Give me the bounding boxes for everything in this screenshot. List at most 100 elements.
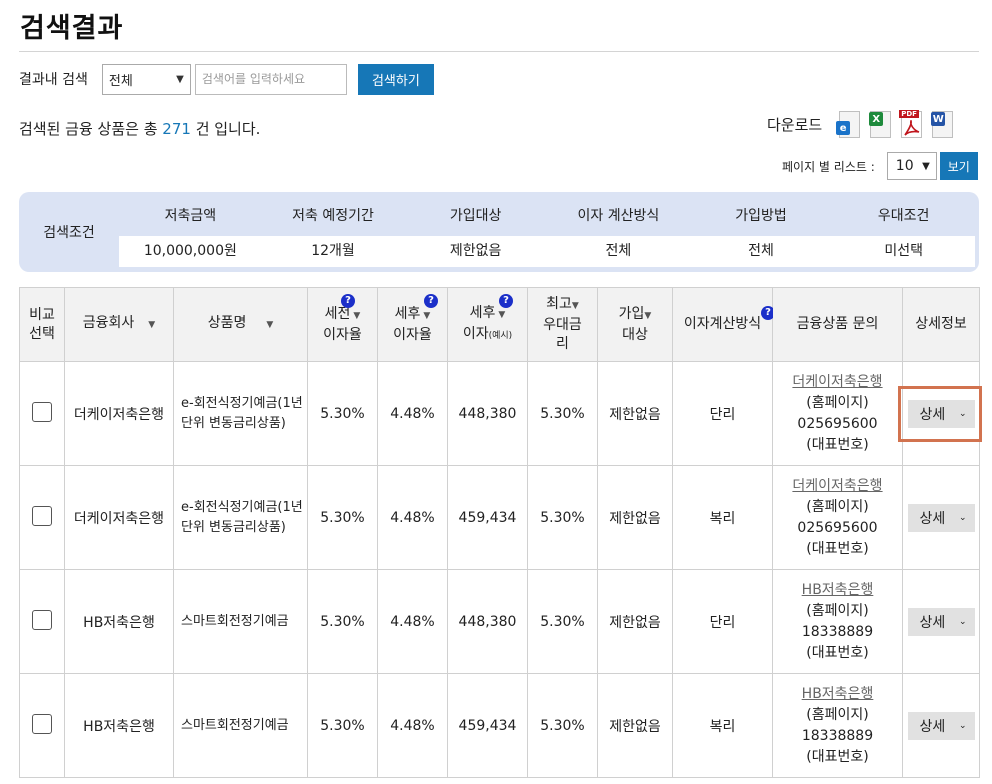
inquiry-cell: 더케이저축은행 (홈페이지) 025695600 (대표번호): [772, 361, 903, 466]
phone-text: 025695600: [797, 519, 878, 536]
header-max-rate[interactable]: 최고▼ 우대금 리: [527, 287, 598, 362]
homepage-text: (홈페이지): [806, 498, 869, 515]
header-text: 상세정보: [915, 316, 967, 332]
detail-cell: 상세 ⌄: [902, 361, 980, 466]
compare-checkbox[interactable]: [32, 401, 52, 422]
condition-header: 우대조건: [877, 208, 930, 224]
compare-checkbox[interactable]: [32, 609, 52, 630]
condition-header: 가입방법: [735, 208, 787, 224]
sort-down-icon[interactable]: ▼: [353, 311, 360, 321]
bank-link[interactable]: HB저축은행: [802, 686, 874, 702]
bank-link[interactable]: 더케이저축은행: [792, 478, 882, 494]
header-text: 우대금: [543, 317, 582, 333]
sort-down-icon[interactable]: ▼: [148, 320, 155, 330]
phone-text: 18338889: [801, 727, 874, 744]
help-icon[interactable]: ?: [424, 294, 438, 308]
header-inquiry: 금융상품 문의: [772, 287, 903, 362]
header-text: 이자율: [393, 326, 432, 343]
word-icon[interactable]: W: [929, 109, 955, 140]
condition-header: 저축 예정기간: [292, 208, 374, 224]
title-divider: [19, 51, 979, 52]
sort-down-icon[interactable]: ▼: [423, 311, 430, 321]
sort-down-icon[interactable]: ▼: [572, 301, 579, 311]
header-text: (예시): [488, 330, 513, 341]
header-pretax-rate[interactable]: 세전 ▼ 이자율?: [307, 287, 378, 362]
condition-header: 가입대상: [449, 208, 502, 224]
compare-checkbox[interactable]: [32, 713, 52, 734]
aftertax-cell: 4.48%: [377, 465, 448, 570]
search-input[interactable]: [194, 63, 347, 95]
compare-cell: [19, 569, 65, 674]
condition-value: 전체: [748, 243, 774, 259]
header-aftertax-interest[interactable]: 세후 ▼ 이자(예시)?: [447, 287, 528, 362]
ie-icon[interactable]: e: [836, 109, 862, 140]
page-size-value: 10: [895, 158, 914, 174]
header-join-target[interactable]: 가입▼ 대상: [597, 287, 673, 362]
header-compare: 비교 선택: [19, 287, 65, 362]
header-calc-method: 이자계산방식?: [672, 287, 775, 362]
header-text: 최고: [546, 296, 572, 312]
table-row: HB저축은행 스마트회전정기예금 5.30% 4.48% 459,434 5.3…: [19, 673, 980, 778]
search-button[interactable]: 검색하기: [357, 63, 434, 95]
max-rate-cell: 5.30%: [527, 569, 598, 674]
excel-icon[interactable]: X: [867, 109, 893, 140]
detail-cell: 상세 ⌄: [902, 673, 980, 778]
detail-button[interactable]: 상세 ⌄: [907, 399, 975, 428]
compare-checkbox[interactable]: [32, 505, 52, 526]
header-text: 이자율: [323, 326, 362, 343]
compare-cell: [19, 361, 65, 466]
detail-label: 상세: [919, 718, 946, 735]
conditions-title: 검색조건: [43, 225, 95, 241]
pretax-cell: 5.30%: [307, 361, 378, 466]
phone-text: 025695600: [797, 415, 878, 432]
condition-header: 저축금액: [164, 208, 217, 224]
sort-down-icon[interactable]: ▼: [498, 310, 505, 320]
header-aftertax-rate[interactable]: 세후 ▼ 이자율?: [377, 287, 448, 362]
header-product[interactable]: 상품명 ▼: [173, 287, 308, 362]
pretax-cell: 5.30%: [307, 569, 378, 674]
search-scope-select[interactable]: 전체 ▼: [101, 63, 191, 95]
header-text: 세후: [394, 305, 421, 322]
detail-label: 상세: [919, 510, 946, 527]
sort-down-icon[interactable]: ▼: [644, 311, 651, 321]
header-text: 상품명: [207, 315, 247, 331]
table-row: HB저축은행 스마트회전정기예금 5.30% 4.48% 448,380 5.3…: [19, 569, 980, 674]
page-size-label: 페이지 별 리스트 :: [782, 159, 875, 174]
chevron-down-icon: ⌄: [958, 720, 967, 731]
detail-button[interactable]: 상세 ⌄: [907, 503, 975, 532]
homepage-text: (홈페이지): [806, 706, 869, 723]
pdf-icon[interactable]: PDF: [898, 109, 924, 140]
detail-button[interactable]: 상세 ⌄: [907, 607, 975, 636]
chevron-down-icon: ⌄: [958, 512, 967, 523]
detail-button[interactable]: 상세 ⌄: [907, 711, 975, 740]
chevron-down-icon: ⌄: [958, 616, 967, 627]
pretax-cell: 5.30%: [307, 673, 378, 778]
product-cell: e-회전식정기예금(1년 단위 변동금리상품): [173, 361, 308, 466]
company-cell: 더케이저축은행: [64, 465, 174, 570]
sort-down-icon[interactable]: ▼: [266, 320, 273, 330]
search-row: 결과내 검색 전체 ▼ 검색하기: [19, 63, 434, 95]
bank-link[interactable]: 더케이저축은행: [792, 374, 882, 390]
product-cell: 스마트회전정기예금: [173, 673, 308, 778]
method-cell: 단리: [672, 569, 773, 674]
download-bar: 다운로드 e X PDF W: [767, 109, 960, 140]
header-company[interactable]: 금융회사 ▼: [64, 287, 174, 362]
rep-text: (대표번호): [806, 436, 869, 453]
rep-text: (대표번호): [806, 748, 869, 765]
header-text: 세후: [469, 304, 496, 321]
view-button[interactable]: 보기: [939, 152, 978, 180]
aftertax-cell: 4.48%: [377, 673, 448, 778]
condition-value: 10,000,000원: [143, 243, 237, 259]
target-cell: 제한없음: [597, 673, 673, 778]
help-icon[interactable]: ?: [499, 294, 513, 308]
target-cell: 제한없음: [597, 569, 673, 674]
company-cell: HB저축은행: [64, 673, 174, 778]
target-cell: 제한없음: [597, 465, 673, 570]
chevron-down-icon: ▼: [176, 73, 184, 85]
page-size-select[interactable]: 10 ▼: [886, 152, 937, 180]
help-icon[interactable]: ?: [341, 294, 355, 308]
conditions-headers: 저축금액 저축 예정기간 가입대상 이자 계산방식 가입방법 우대조건: [119, 201, 975, 231]
bank-link[interactable]: HB저축은행: [802, 582, 874, 598]
detail-label: 상세: [919, 406, 946, 423]
header-text: 가입: [618, 305, 645, 322]
